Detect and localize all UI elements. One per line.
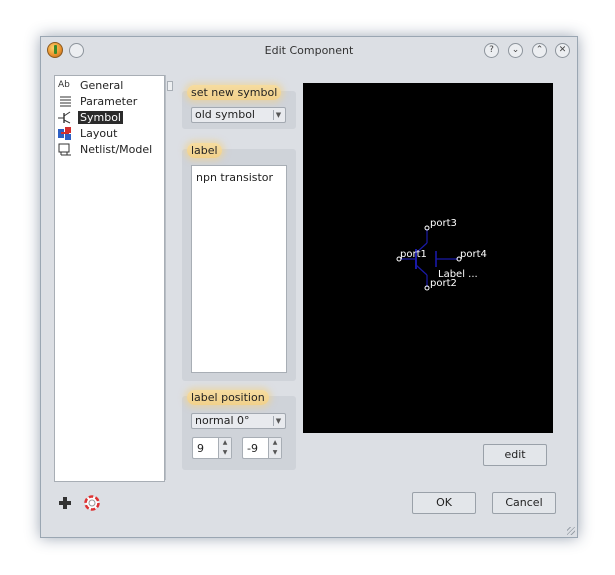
spin-down-icon[interactable]: ▼ — [268, 448, 281, 458]
port1-label: port1 — [400, 249, 427, 260]
category-tree[interactable]: Ab General Parameter Symbol Layout Netli… — [54, 75, 165, 482]
layout-icon — [58, 127, 73, 140]
chevron-down-icon: ▼ — [273, 416, 283, 426]
symbol-select[interactable]: old symbol ▼ — [191, 107, 286, 123]
label-x-spinbox[interactable]: 9 ▲ ▼ — [192, 437, 232, 459]
label-y-value: -9 — [247, 442, 258, 455]
tree-item-parameter[interactable]: Parameter — [58, 94, 139, 109]
tree-item-netlist-model[interactable]: Netlist/Model — [58, 142, 154, 157]
symbol-preview-canvas[interactable]: port3 port1 port4 port2 Label ... — [303, 83, 553, 433]
emitter-lead — [415, 264, 428, 276]
chevron-down-icon: ▼ — [273, 110, 283, 120]
transistor-symbol: port3 port1 port4 port2 Label ... — [396, 218, 487, 291]
group-title: label position — [187, 390, 269, 405]
netlist-icon — [58, 143, 73, 156]
label-text: npn transistor — [196, 171, 274, 184]
label-position-value: normal 0° — [195, 414, 250, 427]
close-icon[interactable]: ✕ — [555, 43, 570, 58]
help-icon[interactable]: ? — [484, 43, 499, 58]
label-x-value: 9 — [197, 442, 204, 455]
set-new-symbol-group: set new symbol old symbol ▼ — [182, 85, 296, 129]
tree-item-label: Symbol — [78, 111, 123, 124]
transistor-symbol-icon — [58, 111, 73, 124]
label-y-spinbox[interactable]: -9 ▲ ▼ — [242, 437, 282, 459]
label-position-select[interactable]: normal 0° ▼ — [191, 413, 286, 429]
title-bar: Edit Component ? ⌄ ⌃ ✕ — [41, 37, 577, 65]
tree-item-label: Netlist/Model — [80, 143, 153, 156]
edit-button[interactable]: edit — [483, 444, 547, 466]
port4-label: port4 — [460, 249, 487, 260]
port3-label: port3 — [430, 218, 457, 229]
label-group: label npn transistor — [182, 143, 296, 381]
spin-down-icon[interactable]: ▼ — [218, 448, 231, 458]
add-icon[interactable] — [57, 495, 73, 511]
group-title: label — [187, 143, 222, 158]
help-lifebuoy-icon[interactable] — [84, 495, 100, 511]
tree-item-label: Parameter — [80, 95, 138, 108]
text-ab-icon: Ab — [58, 80, 70, 90]
symbol-label-text: Label ... — [438, 269, 478, 280]
tree-item-label: Layout — [80, 127, 118, 140]
splitter-handle[interactable] — [165, 75, 173, 480]
tree-item-general[interactable]: Ab General — [58, 78, 125, 93]
tree-item-layout[interactable]: Layout — [58, 126, 119, 141]
ok-button[interactable]: OK — [412, 492, 476, 514]
resize-grip[interactable] — [567, 527, 575, 535]
maximize-icon[interactable]: ⌃ — [532, 43, 547, 58]
tree-item-label: General — [80, 79, 124, 92]
cancel-button[interactable]: Cancel — [492, 492, 556, 514]
group-title: set new symbol — [187, 85, 282, 100]
list-lines-icon — [58, 95, 73, 108]
label-textarea[interactable]: npn transistor — [191, 165, 287, 373]
label-position-group: label position normal 0° ▼ 9 ▲ ▼ -9 ▲ ▼ — [182, 390, 296, 470]
minimize-icon[interactable]: ⌄ — [508, 43, 523, 58]
tree-item-symbol[interactable]: Symbol — [58, 110, 123, 125]
edit-component-dialog: Edit Component ? ⌄ ⌃ ✕ Ab General Parame… — [40, 36, 578, 538]
symbol-select-value: old symbol — [195, 108, 255, 121]
